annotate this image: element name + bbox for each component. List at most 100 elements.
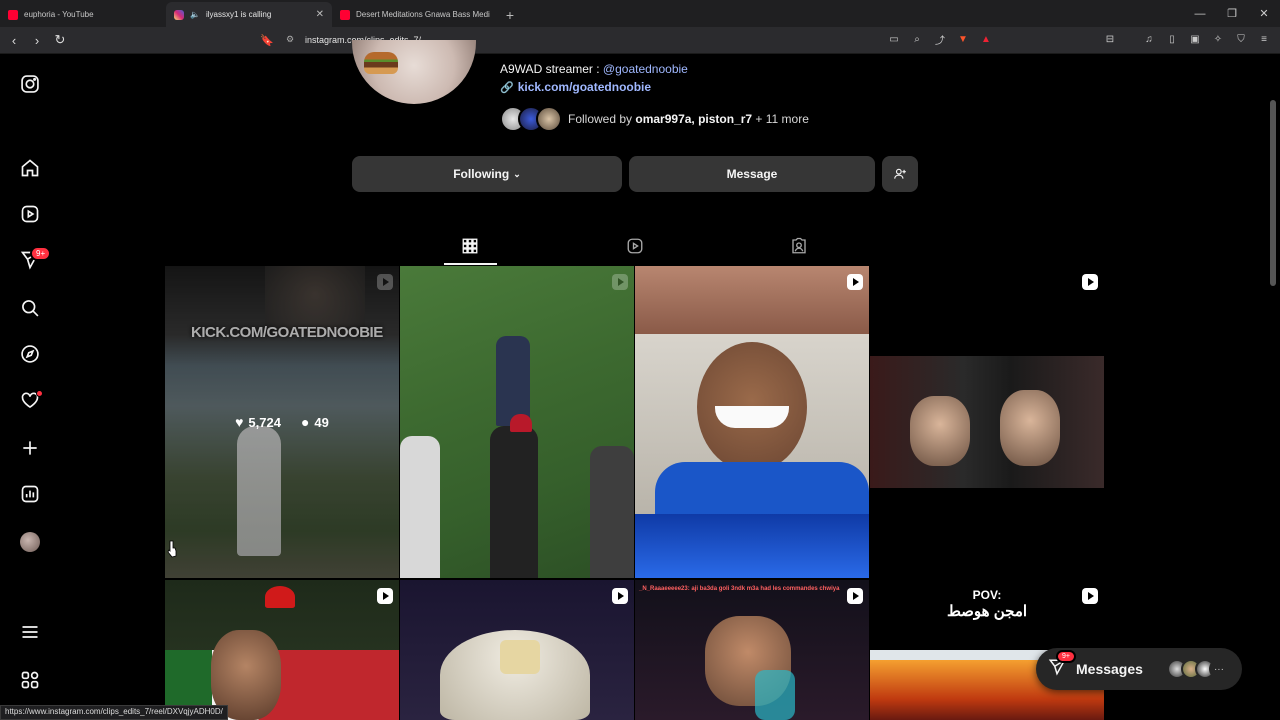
browser-tab-youtube[interactable]: euphoria - YouTube — [0, 2, 166, 27]
reel-indicator-icon — [1082, 588, 1098, 604]
instagram-logo-icon[interactable] — [18, 72, 42, 96]
notifications-badge: 9+ — [30, 246, 52, 261]
also-from-meta-icon[interactable] — [18, 668, 42, 692]
posts-grid: KICK.COM/GOATEDNOOBIE ♥ 5,724 ● 49 _N_Ra… — [165, 266, 1105, 720]
search-icon[interactable] — [18, 296, 42, 320]
reload-icon[interactable]: ↻ — [50, 30, 70, 50]
page-scrollbar[interactable] — [1270, 100, 1276, 286]
profile-picture[interactable] — [352, 40, 476, 104]
post-tile[interactable] — [400, 266, 634, 578]
stream-chat-caption: _N_Raaaeeeee23: aji ba3da goli 3ndk m3a … — [639, 586, 840, 592]
close-window-icon[interactable]: ✕ — [1248, 0, 1280, 27]
speaker-icon[interactable]: 🔈 — [190, 10, 200, 19]
messages-label: Messages — [1076, 661, 1143, 677]
add-person-icon — [894, 168, 906, 179]
minimize-icon[interactable]: — — [1184, 0, 1216, 27]
media-icon[interactable]: ♫ — [1141, 31, 1157, 47]
active-tab-indicator — [444, 263, 497, 265]
chevron-down-icon: ⌄ — [513, 168, 521, 179]
bio-mention-link[interactable]: @goatednoobie — [603, 62, 688, 76]
message-avatars: ··· — [1166, 659, 1229, 679]
vpn-icon[interactable]: ⛉ — [1233, 31, 1249, 47]
sidebar-icon[interactable]: ▯ — [1164, 31, 1180, 47]
cast-icon[interactable]: ▭ — [886, 31, 902, 47]
wallet-icon[interactable]: ▣ — [1187, 31, 1203, 47]
tagged-tab[interactable] — [789, 236, 809, 256]
profile-avatar-icon[interactable] — [18, 530, 42, 554]
reel-indicator-icon — [847, 588, 863, 604]
site-info-icon[interactable]: ⚙ — [286, 34, 294, 45]
brave-shields-icon[interactable]: ▼ — [955, 31, 971, 47]
grid-icon — [462, 238, 478, 254]
youtube-icon — [8, 9, 18, 20]
tab-search-icon[interactable]: ⊟ — [1102, 31, 1118, 47]
status-bar-url: https://www.instagram.com/clips_edits_7/… — [0, 705, 228, 720]
browser-tab-youtube-2[interactable]: Desert Meditations Gnawa Bass Medi — [332, 2, 498, 27]
toolbar-right-icons: ⊟ ♫ ▯ ▣ ✧ ⛉ ≡ — [1102, 31, 1272, 47]
tile-caption-pov: POV: — [972, 588, 1002, 602]
bio-line: A9WAD streamer : @goatednoobie — [500, 62, 688, 76]
youtube-icon — [340, 9, 350, 20]
leo-ai-icon[interactable]: ✧ — [1210, 31, 1226, 47]
reels-icon — [627, 238, 643, 254]
browser-tab-instagram[interactable]: 🔈 ilyassxy1 is calling ✕ — [166, 2, 332, 27]
likes-count: ♥ 5,724 — [235, 414, 281, 430]
reels-icon[interactable] — [18, 202, 42, 226]
reel-indicator-icon — [847, 274, 863, 290]
post-tile[interactable]: _N_Raaaeeeee23: aji ba3da goli 3ndk m3a … — [635, 580, 869, 720]
suggested-users-button[interactable] — [882, 156, 918, 192]
profile-tabs — [165, 232, 1105, 266]
tagged-person-icon — [792, 237, 806, 254]
tab-title: euphoria - YouTube — [24, 10, 94, 19]
bio-external-link[interactable]: 🔗 kick.com/goatednoobie — [500, 80, 651, 94]
restore-icon[interactable]: ❐ — [1216, 0, 1248, 27]
reel-indicator-icon — [377, 588, 393, 604]
browser-tab-bar: euphoria - YouTube 🔈 ilyassxy1 is callin… — [0, 0, 1280, 27]
heart-filled-icon: ♥ — [235, 414, 244, 430]
activity-dot — [36, 390, 43, 397]
bio-text: A9WAD streamer : — [500, 62, 603, 76]
bio-link-text: kick.com/goatednoobie — [517, 80, 652, 94]
bookmark-icon[interactable]: 🔖 — [257, 30, 277, 50]
window-controls: — ❐ ✕ — [1184, 0, 1280, 27]
messages-drawer-button[interactable]: 9+ Messages ··· — [1036, 648, 1242, 690]
following-button[interactable]: Following ⌄ — [352, 156, 622, 192]
brave-rewards-icon[interactable]: ▲ — [978, 31, 994, 47]
address-bar-actions: ▭ ⌕ ⤴ ▼ ▲ — [886, 31, 994, 47]
message-button[interactable]: Message — [629, 156, 875, 192]
post-tile[interactable] — [635, 266, 869, 578]
menu-icon[interactable]: ≡ — [1256, 31, 1272, 47]
reel-indicator-icon — [612, 588, 628, 604]
dashboard-icon[interactable] — [18, 482, 42, 506]
explore-icon[interactable] — [18, 342, 42, 366]
followed-by[interactable]: Followed by omar997a, piston_r7 + 11 mor… — [500, 106, 809, 132]
create-plus-icon[interactable] — [18, 436, 42, 460]
reel-indicator-icon — [612, 274, 628, 290]
browser-toolbar: ‹ › ↻ 🔖 ⚙ instagram.com/clips_edits_7/ ▭… — [0, 27, 1280, 54]
new-tab-button[interactable]: + — [498, 2, 522, 27]
post-tile[interactable] — [400, 580, 634, 720]
home-icon[interactable] — [18, 156, 42, 180]
posts-grid-tab[interactable] — [460, 236, 480, 256]
comments-count: ● 49 — [300, 414, 329, 430]
back-icon[interactable]: ‹ — [4, 30, 24, 50]
more-dots-icon: ··· — [1208, 659, 1229, 679]
post-tile[interactable] — [870, 266, 1104, 578]
post-tile[interactable] — [165, 580, 399, 720]
follower-avatar — [536, 106, 562, 132]
post-tile[interactable]: KICK.COM/GOATEDNOOBIE ♥ 5,724 ● 49 — [165, 266, 399, 578]
mouse-cursor-icon — [167, 540, 177, 558]
tab-title: Desert Meditations Gnawa Bass Medi — [356, 10, 490, 19]
close-tab-icon[interactable]: ✕ — [316, 9, 324, 20]
instagram-sidebar: 9+ — [0, 54, 60, 720]
comment-bubble-icon: ● — [300, 414, 310, 430]
more-menu-icon[interactable] — [18, 620, 42, 644]
zoom-icon[interactable]: ⌕ — [909, 31, 925, 47]
followed-by-text: Followed by omar997a, piston_r7 + 11 mor… — [568, 112, 809, 126]
link-icon: 🔗 — [500, 81, 514, 94]
tile-caption-arabic: امجن هوصط — [946, 603, 1028, 620]
reels-tab[interactable] — [625, 236, 645, 256]
share-icon[interactable]: ⤴ — [932, 31, 948, 47]
hover-stats: ♥ 5,724 ● 49 — [165, 266, 399, 578]
forward-icon[interactable]: › — [27, 30, 47, 50]
